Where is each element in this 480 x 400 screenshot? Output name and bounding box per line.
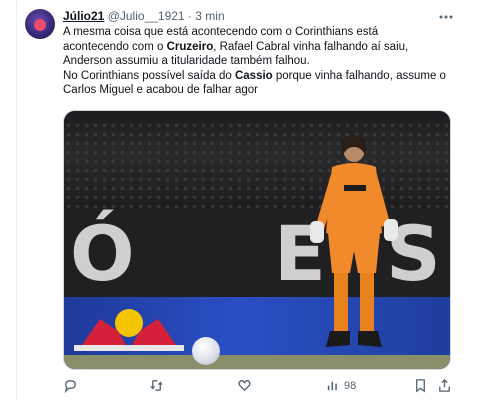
tweet-line: acontecendo com o Cruzeiro, Rafael Cabra…	[63, 40, 458, 55]
tweet-text-bold: Cassio	[234, 69, 273, 82]
retweet-button[interactable]	[149, 378, 164, 393]
tweet-header: Júlio21 @Julio__1921 · 3 min	[63, 9, 225, 23]
tweet-text-part: porque vinha falhando, assume o	[272, 69, 446, 82]
tweet-photo[interactable]: Ó E S	[63, 110, 451, 370]
tweet-line: A mesma coisa que está acontecendo com o…	[63, 26, 379, 38]
more-icon[interactable]	[438, 8, 454, 24]
views-icon	[327, 381, 337, 391]
views-button[interactable]: 98	[325, 378, 356, 393]
reply-icon	[64, 380, 76, 393]
timeline-border	[16, 0, 17, 400]
reply-button[interactable]	[63, 378, 78, 393]
handle[interactable]: @Julio__1921	[108, 9, 185, 23]
tweet[interactable]: Júlio21 @Julio__1921 · 3 min A mesma coi…	[0, 0, 480, 400]
bookmark-icon	[416, 379, 425, 393]
retweet-icon	[150, 380, 163, 391]
views-count: 98	[344, 379, 357, 392]
share-button[interactable]	[437, 378, 452, 393]
tweet-line: Carlos Miguel e acabou de falhar agor	[63, 84, 258, 96]
display-name[interactable]: Júlio21	[63, 9, 104, 23]
avatar[interactable]	[25, 9, 55, 39]
goalkeeper-player	[310, 135, 398, 347]
red-bull-logo	[74, 309, 184, 351]
tweet-text-part: acontecendo com o	[63, 40, 167, 53]
banner-letter: Ó	[70, 209, 135, 298]
football	[192, 337, 220, 365]
like-icon	[238, 379, 251, 392]
tweet-text-bold: Cruzeiro	[166, 40, 214, 53]
tweet-line: No Corinthians possível saída do Cassio …	[63, 69, 458, 84]
tweet-text-part: No Corinthians possível saída do	[63, 69, 235, 82]
tweet-actions: 98	[63, 378, 458, 396]
tweet-line: Anderson assumiu a titularidade também f…	[63, 55, 310, 67]
tweet-text-part: , Rafael Cabral vinha falhando aí saiu,	[213, 40, 409, 53]
tweet-text: A mesma coisa que está acontecendo com o…	[63, 25, 458, 98]
like-button[interactable]	[237, 378, 252, 393]
bookmark-button[interactable]	[413, 378, 428, 393]
share-icon	[439, 378, 450, 392]
timestamp[interactable]: 3 min	[195, 9, 224, 23]
